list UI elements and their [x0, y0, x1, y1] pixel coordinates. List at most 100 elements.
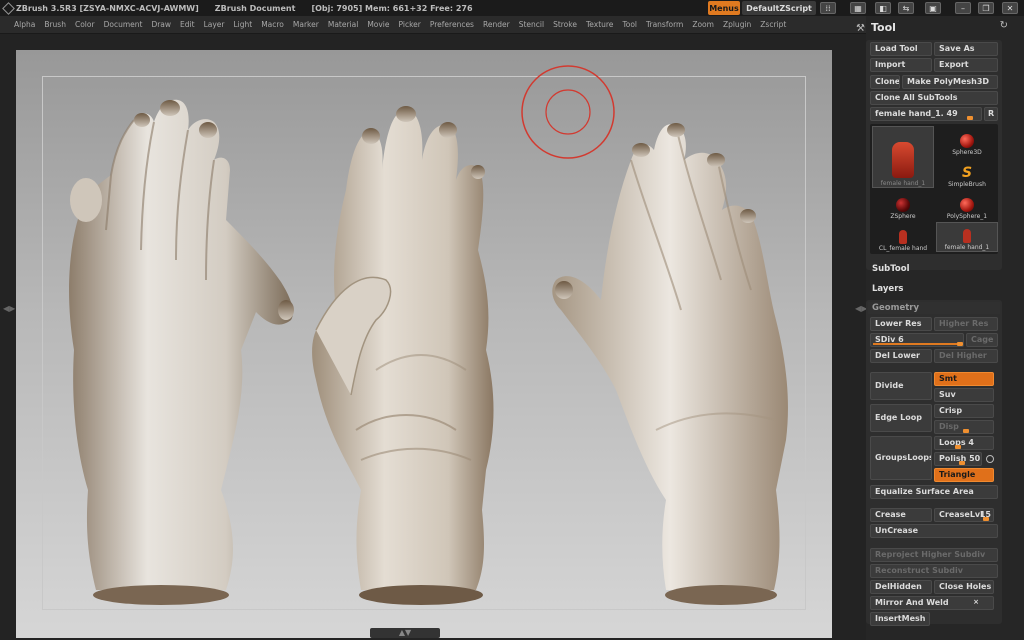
polish-circle-icon[interactable] — [986, 455, 994, 463]
menu-texture[interactable]: Texture — [586, 20, 613, 29]
import-button[interactable]: Import — [870, 58, 932, 72]
lower-res-button[interactable]: Lower Res — [870, 317, 932, 331]
pin-icon[interactable]: ⚒ — [856, 23, 865, 34]
menu-tool[interactable]: Tool — [622, 20, 637, 29]
menu-document[interactable]: Document — [104, 20, 143, 29]
delhidden-button[interactable]: DelHidden — [870, 580, 932, 594]
menu-color[interactable]: Color — [75, 20, 95, 29]
default-zscript-button[interactable]: DefaultZScript — [742, 1, 816, 15]
menu-render[interactable]: Render — [483, 20, 510, 29]
thumb-zsphere[interactable]: ZSphere — [872, 190, 934, 220]
document-canvas[interactable] — [16, 50, 832, 638]
del-lower-button[interactable]: Del Lower — [870, 349, 932, 363]
menu-layer[interactable]: Layer — [204, 20, 225, 29]
equalize-surface-area-button[interactable]: Equalize Surface Area — [870, 485, 998, 499]
menu-transform[interactable]: Transform — [646, 20, 683, 29]
layout-icon[interactable]: ▦ — [850, 2, 866, 14]
reproject-higher-subdiv-button[interactable]: Reproject Higher Subdiv — [870, 548, 998, 562]
menu-light[interactable]: Light — [233, 20, 252, 29]
menu-material[interactable]: Material — [328, 20, 358, 29]
polysphere-icon — [960, 198, 974, 212]
sdiv-slider-knob[interactable] — [957, 342, 963, 346]
thumb-simplebrush[interactable]: S SimpleBrush — [936, 158, 998, 188]
smt-toggle[interactable]: Smt — [934, 372, 994, 386]
tool-panel: Load Tool Save As Import Export Clone Ma… — [866, 40, 1002, 270]
r-button[interactable]: R — [984, 107, 998, 121]
uncrease-button[interactable]: UnCrease — [870, 524, 998, 538]
del-higher-button[interactable]: Del Higher — [934, 349, 998, 363]
menu-picker[interactable]: Picker — [399, 20, 421, 29]
menu-stroke[interactable]: Stroke — [553, 20, 577, 29]
crease-button[interactable]: Crease — [870, 508, 932, 522]
thumb-label: ZSphere — [890, 213, 916, 220]
mirror-and-weld-button[interactable]: Mirror And Weld × — [870, 596, 994, 610]
sdiv-slider[interactable]: SDiv 6 — [870, 333, 964, 347]
menu-stencil[interactable]: Stencil — [519, 20, 544, 29]
menu-draw[interactable]: Draw — [151, 20, 171, 29]
creaselvl-slider[interactable]: CreaseLvl 15 — [934, 508, 994, 522]
close-icon[interactable]: ✕ — [1002, 2, 1018, 14]
menu-brush[interactable]: Brush — [44, 20, 66, 29]
reset-icon[interactable]: ↻ — [1000, 20, 1008, 31]
disp-label: Disp — [939, 422, 959, 431]
suv-toggle[interactable]: Suv — [934, 388, 994, 402]
menu-zscript[interactable]: Zscript — [760, 20, 786, 29]
menu-movie[interactable]: Movie — [367, 20, 389, 29]
triangle-toggle[interactable]: Triangle — [934, 468, 994, 482]
cage-button[interactable]: Cage — [966, 333, 998, 347]
scroll-icon[interactable]: ⁞⁞ — [820, 2, 836, 14]
polish-slider-knob[interactable] — [959, 461, 965, 465]
divide-button[interactable]: Divide — [870, 372, 932, 400]
export-button[interactable]: Export — [934, 58, 998, 72]
document-title: ZBrush Document — [214, 3, 296, 13]
bottom-tray-handle-icon[interactable]: ▲▼ — [370, 628, 440, 638]
mirror-and-weld-label: Mirror And Weld — [875, 598, 949, 607]
subtool-section[interactable]: SubTool — [872, 264, 910, 274]
loops-slider[interactable]: Loops 4 — [934, 436, 994, 450]
thumb-female-hand[interactable]: female hand_1 — [936, 222, 998, 252]
minimize-icon[interactable]: – — [955, 2, 971, 14]
restore-icon[interactable]: ❐ — [978, 2, 994, 14]
menus-button[interactable]: Menus — [708, 1, 740, 15]
creaselvl-slider-knob[interactable] — [983, 517, 989, 521]
current-tool-slider-knob[interactable] — [967, 116, 973, 120]
crisp-toggle[interactable]: Crisp — [934, 404, 994, 418]
clone-all-subtools-button[interactable]: Clone All SubTools — [870, 91, 998, 105]
menu-marker[interactable]: Marker — [293, 20, 319, 29]
menu-preferences[interactable]: Preferences — [430, 20, 474, 29]
close-holes-button[interactable]: Close Holes — [934, 580, 994, 594]
make-polymesh3d-button[interactable]: Make PolyMesh3D — [902, 75, 998, 89]
hand-icon — [899, 230, 907, 244]
groupsloops-button[interactable]: GroupsLoops — [870, 436, 932, 480]
higher-res-button[interactable]: Higher Res — [934, 317, 998, 331]
thumb-female-hand-main[interactable]: female hand_1 — [872, 126, 934, 188]
save-as-button[interactable]: Save As — [934, 42, 998, 56]
geometry-header[interactable]: Geometry — [868, 302, 1000, 314]
thumb-cl-female-hand[interactable]: CL_female hand — [872, 222, 934, 252]
load-tool-button[interactable]: Load Tool — [870, 42, 932, 56]
swap-icon[interactable]: ⇆ — [898, 2, 914, 14]
thumb-sphere3d[interactable]: Sphere3D — [936, 126, 998, 156]
insertmesh-button[interactable]: InsertMesh — [870, 612, 930, 626]
left-tray-handle-icon[interactable]: ◀▶ — [3, 304, 15, 334]
loops-slider-knob[interactable] — [955, 445, 961, 449]
polish-slider[interactable]: Polish 50 — [934, 452, 982, 466]
save-icon[interactable]: ▣ — [925, 2, 941, 14]
clone-button[interactable]: Clone — [870, 75, 900, 89]
menu-zoom[interactable]: Zoom — [692, 20, 714, 29]
menu-zplugin[interactable]: Zplugin — [723, 20, 751, 29]
zbrush-logo-icon — [2, 1, 15, 15]
menu-edit[interactable]: Edit — [180, 20, 195, 29]
thumb-polysphere[interactable]: PolySphere_1 — [936, 190, 998, 220]
dock-icon[interactable]: ◧ — [875, 2, 891, 14]
layers-section[interactable]: Layers — [872, 284, 903, 294]
menu-macro[interactable]: Macro — [261, 20, 284, 29]
right-tray-handle-icon[interactable]: ◀▶ — [855, 304, 867, 334]
axis-icon: × — [973, 598, 979, 606]
edge-loop-button[interactable]: Edge Loop — [870, 404, 932, 432]
reconstruct-subdiv-button[interactable]: Reconstruct Subdiv — [870, 564, 998, 578]
disp-slider-knob[interactable] — [963, 429, 969, 433]
disp-slider[interactable]: Disp — [934, 420, 994, 434]
menu-alpha[interactable]: Alpha — [14, 20, 35, 29]
current-tool-slider[interactable]: female hand_1. 49 — [870, 107, 982, 121]
